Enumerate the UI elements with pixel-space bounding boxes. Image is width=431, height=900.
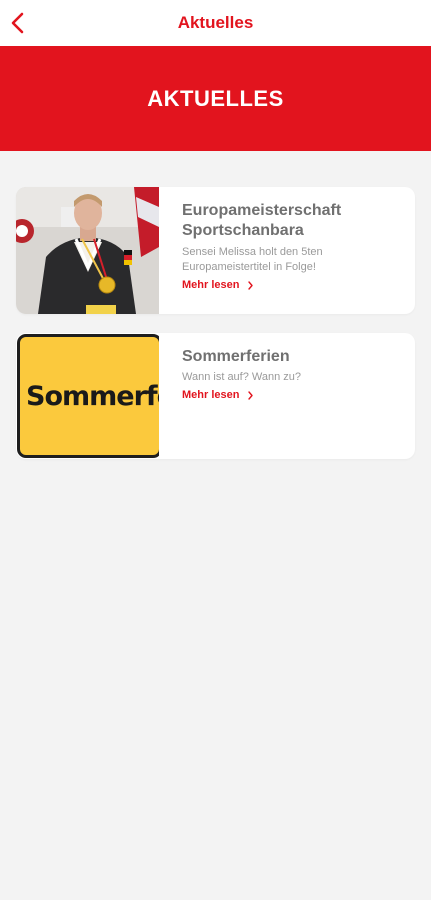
- news-title: Europameisterschaft Sportschanbara: [182, 202, 342, 239]
- news-card-europameisterschaft[interactable]: Europameisterschaft Sportschanbara Sense…: [16, 187, 415, 314]
- chevron-right-icon: [248, 280, 254, 290]
- news-card-sommerferien[interactable]: Sommerfer Sommerferien Wann ist auf? Wan…: [16, 333, 415, 459]
- chevron-right-icon: [248, 390, 254, 400]
- banner-title: AKTUELLES: [147, 86, 284, 111]
- section-banner: AKTUELLES: [0, 46, 431, 151]
- read-more-label: Mehr lesen: [182, 279, 240, 291]
- news-thumbnail-photo: [16, 187, 159, 314]
- road-sign-image: Sommerfer: [17, 334, 159, 458]
- read-more-link[interactable]: Mehr lesen: [182, 279, 254, 291]
- news-card-body: Europameisterschaft Sportschanbara Sense…: [182, 201, 405, 293]
- news-title: Sommerferien: [182, 348, 290, 365]
- sign-text: Sommerfer: [26, 381, 159, 412]
- top-app-bar: Aktuelles: [0, 0, 431, 46]
- read-more-label: Mehr lesen: [182, 389, 240, 401]
- news-thumbnail-sign: Sommerfer: [16, 333, 159, 459]
- news-teaser: Sensei Melissa holt den 5ten Europameist…: [182, 246, 323, 273]
- news-card-body: Sommerferien Wann ist auf? Wann zu? Mehr…: [182, 347, 405, 403]
- news-teaser: Wann ist auf? Wann zu?: [182, 371, 302, 383]
- page-title: Aktuelles: [177, 13, 254, 32]
- read-more-link[interactable]: Mehr lesen: [182, 389, 254, 401]
